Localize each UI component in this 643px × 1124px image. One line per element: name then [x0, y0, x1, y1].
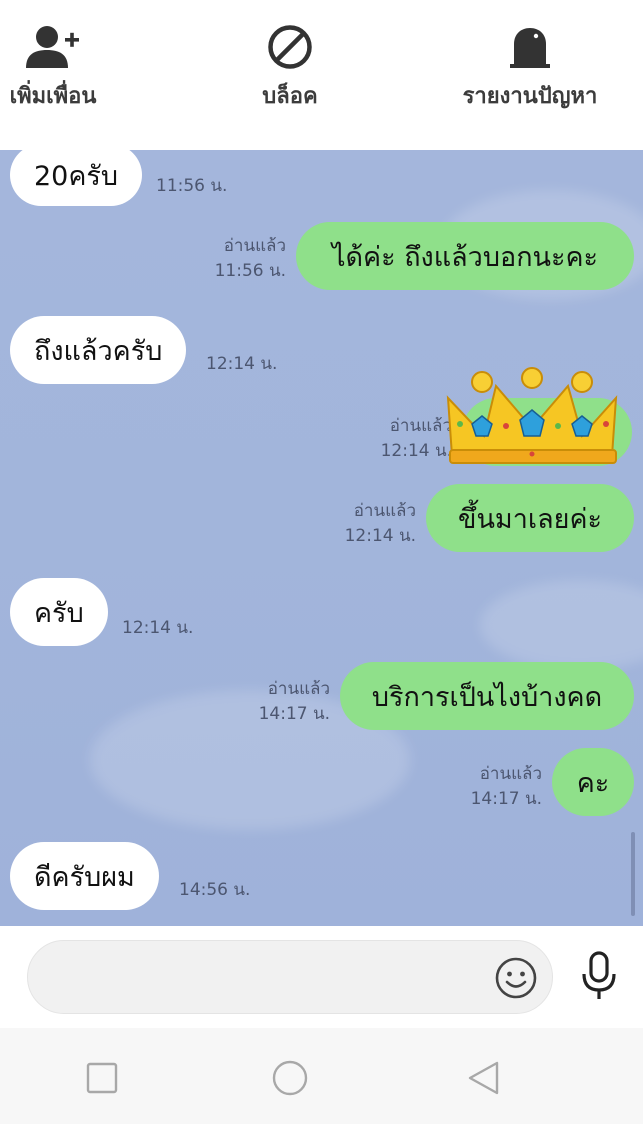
report-icon	[510, 28, 550, 68]
recent-apps-icon[interactable]	[82, 1058, 122, 1098]
composer-bar	[0, 926, 643, 1028]
home-icon[interactable]	[270, 1058, 310, 1098]
back-icon[interactable]	[464, 1058, 504, 1098]
message-time: 12:14 น.	[380, 441, 452, 461]
read-status: อ่านแล้ว	[353, 501, 416, 521]
message-time: 12:14 น.	[122, 618, 194, 638]
message-bubble[interactable]: ครับ	[10, 578, 108, 646]
message-time: 14:56 น.	[179, 880, 251, 900]
message-bubble[interactable]: บริการเป็นไงบ้างคด	[340, 662, 634, 730]
add-friend-icon	[26, 26, 79, 68]
message-time: 11:56 น.	[214, 261, 286, 281]
message-bubble[interactable]: คะ	[552, 748, 634, 816]
emoji-icon[interactable]	[494, 956, 538, 1000]
add-friend-label: เพิ่มเพื่อน	[9, 84, 97, 109]
message-bubble[interactable]: 20ครับ	[10, 150, 143, 206]
microphone-icon[interactable]	[578, 950, 620, 1002]
add-friend-button[interactable]: เพิ่มเพื่อน	[0, 24, 112, 113]
background-cloud	[480, 580, 643, 670]
block-button[interactable]: บล็อค	[232, 24, 348, 113]
message-time: 11:56 น.	[156, 176, 228, 196]
message-time: 14:17 น.	[258, 704, 330, 724]
report-label: รายงานปัญหา	[462, 84, 598, 109]
message-bubble[interactable]: ได้ค่ะ ถึงแล้วบอกนะคะ	[296, 222, 634, 290]
crown-sticker[interactable]	[444, 366, 622, 466]
read-status: อ่านแล้ว	[479, 764, 542, 784]
block-icon	[268, 25, 312, 69]
report-button[interactable]: รายงานปัญหา	[452, 24, 608, 113]
block-label: บล็อค	[262, 84, 318, 109]
message-bubble[interactable]: ดีครับผม	[10, 842, 159, 910]
message-bubble[interactable]: ถึงแล้วครับ	[10, 316, 187, 384]
system-navigation-bar	[0, 1028, 643, 1124]
message-time: 12:14 น.	[206, 354, 278, 374]
scrollbar[interactable]	[631, 832, 635, 916]
friend-action-bar: เพิ่มเพื่อน บล็อค รายงานปัญหา	[0, 0, 643, 150]
message-time: 12:14 น.	[344, 526, 416, 546]
message-time: 14:17 น.	[470, 789, 542, 809]
read-status: อ่านแล้ว	[223, 236, 286, 256]
message-bubble[interactable]: ขึ้นมาเลยค่ะ	[426, 484, 634, 552]
message-input[interactable]	[27, 940, 553, 1014]
read-status: อ่านแล้ว	[267, 679, 330, 699]
chat-area[interactable]: 20ครับ 11:56 น. อ่านแล้ว 11:56 น. ได้ค่ะ…	[0, 150, 643, 926]
read-status: อ่านแล้ว	[389, 416, 452, 436]
